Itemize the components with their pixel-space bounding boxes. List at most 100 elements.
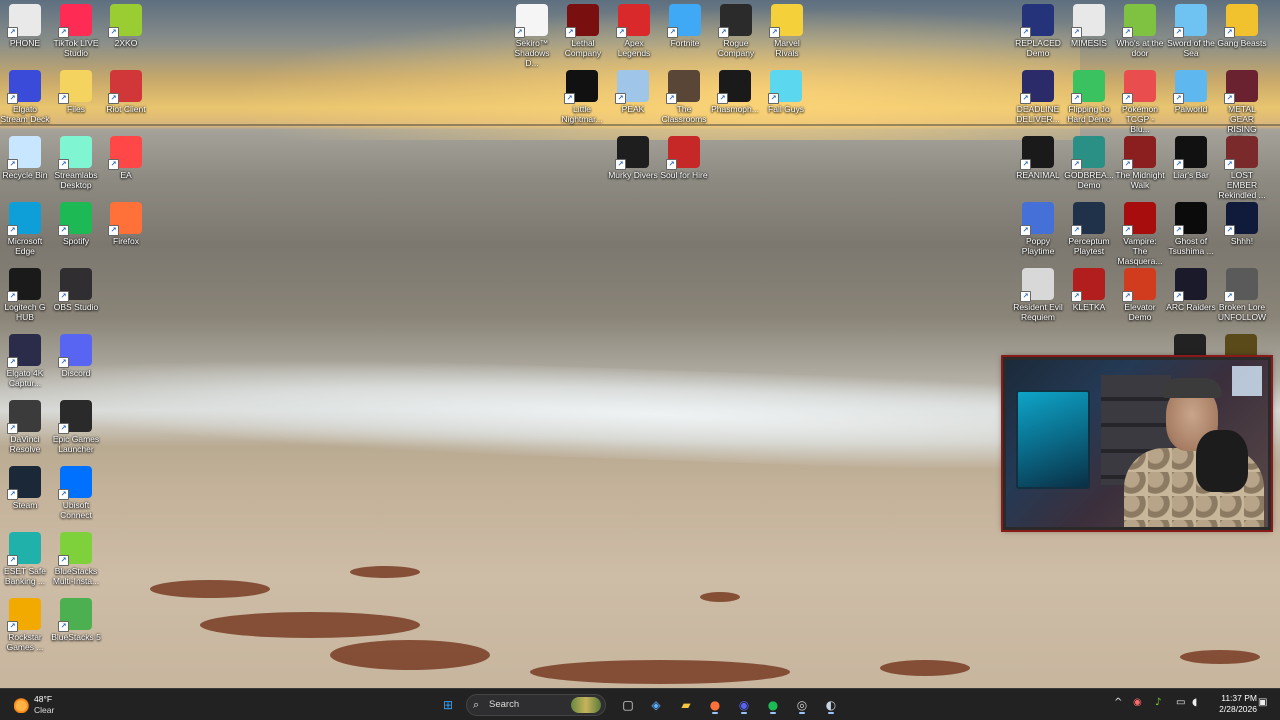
start-button[interactable]: ⊞ bbox=[438, 695, 458, 715]
desktop-icon-perceptum-playtest[interactable]: ↗ Perceptum Playtest bbox=[1064, 202, 1114, 256]
desktop-icon-who-s-at-the-door[interactable]: ↗ Who's at the door bbox=[1115, 4, 1165, 58]
shortcut-arrow-icon: ↗ bbox=[514, 27, 525, 38]
task-view-icon: ▢ bbox=[622, 698, 634, 712]
shortcut-arrow-icon: ↗ bbox=[718, 27, 729, 38]
desktop-icon-apex-legends[interactable]: ↗ Apex Legends bbox=[609, 4, 659, 58]
desktop-icon-bluestacks-multi-insta[interactable]: ↗ BlueStacks Multi-Insta... bbox=[51, 532, 101, 586]
desktop-icon-bluestacks-5[interactable]: ↗ BlueStacks 5 bbox=[51, 598, 101, 642]
desktop-icon-the-midnight-walk[interactable]: ↗ The Midnight Walk bbox=[1115, 136, 1165, 190]
desktop-icon-fall-guys[interactable]: ↗ Fall Guys bbox=[761, 70, 811, 114]
desktop-icon-riot-client[interactable]: ↗ Riot Client bbox=[101, 70, 151, 114]
network-icon[interactable]: ▭ bbox=[1176, 697, 1185, 708]
desktop-icon-microsoft-edge[interactable]: ↗ Microsoft Edge bbox=[0, 202, 50, 256]
desktop-icon-label: Perceptum Playtest bbox=[1068, 236, 1110, 256]
desktop-icon-phasmoph[interactable]: ↗ Phasmoph... bbox=[710, 70, 760, 114]
desktop-icon-metal-gear-rising-rev[interactable]: ↗METAL GEAR RISING REV... bbox=[1217, 70, 1267, 144]
desktop-icon-poppy-playtime[interactable]: ↗ Poppy Playtime bbox=[1013, 202, 1063, 256]
desktop-icon-arc-raiders[interactable]: ↗ ARC Raiders bbox=[1166, 268, 1216, 312]
spotify-icon: ↗ bbox=[58, 202, 92, 236]
desktop-icon-little-nightmar[interactable]: ↗ Little Nightmar... bbox=[557, 70, 607, 124]
desktop-icon-murky-divers[interactable]: ↗ Murky Divers bbox=[608, 136, 658, 180]
microphone-icon[interactable]: ♪ bbox=[1155, 697, 1161, 708]
desktop-icon-eset-safe-banking[interactable]: ↗ ESET Safe Banking ... bbox=[0, 532, 50, 586]
desktop-icon-gang-beasts[interactable]: ↗ Gang Beasts bbox=[1217, 4, 1267, 48]
shortcut-arrow-icon: ↗ bbox=[58, 159, 69, 170]
taskbar-discord[interactable]: ◉ bbox=[734, 695, 754, 715]
desktop-icon-flipping-jo-hard-demo[interactable]: ↗ Flipping Jo Hard Demo bbox=[1064, 70, 1114, 124]
taskbar-firefox[interactable]: ● bbox=[705, 695, 725, 715]
desktop-icon-resident-evil-requiem[interactable]: ↗ Resident Evil Requiem bbox=[1013, 268, 1063, 322]
desktop-icon-marvel-rivals[interactable]: ↗ Marvel Rivals bbox=[762, 4, 812, 58]
desktop-icon-kletka[interactable]: ↗ KLETKA bbox=[1064, 268, 1114, 312]
desktop-icon-elgato-stream-deck[interactable]: ↗ Elgato Stream Deck bbox=[0, 70, 50, 124]
shortcut-arrow-icon: ↗ bbox=[666, 159, 677, 170]
taskbar-file-explorer[interactable]: ▰ bbox=[676, 695, 696, 715]
desktop-icon-logitech-g-hub[interactable]: ↗ Logitech G HUB bbox=[0, 268, 50, 322]
desktop-icon-mimesis[interactable]: ↗ MIMESIS bbox=[1064, 4, 1114, 48]
desktop-icon-label: Rogue Company bbox=[717, 38, 755, 58]
desktop-icon-discord[interactable]: ↗ Discord bbox=[51, 334, 101, 378]
desktop-icon-shhh[interactable]: ↗ Shhh! bbox=[1217, 202, 1267, 246]
desktop-icon-ubisoft-connect[interactable]: ↗ Ubisoft Connect bbox=[51, 466, 101, 520]
desktop-icon-broken-lore-unfollow[interactable]: ↗ Broken Lore UNFOLLOW bbox=[1217, 268, 1267, 322]
desktop-icon-tiktok-live-studio[interactable]: ↗ TikTok LIVE Studio bbox=[51, 4, 101, 58]
taskbar-search[interactable]: ⌕ Search bbox=[466, 694, 606, 716]
desktop-icon-ghost-of-tsushima[interactable]: ↗ Ghost of Tsushima ... bbox=[1166, 202, 1216, 256]
shortcut-arrow-icon: ↗ bbox=[565, 27, 576, 38]
taskbar-task-view[interactable]: ▢ bbox=[618, 695, 638, 715]
desktop-icon-streamlabs-desktop[interactable]: ↗ Streamlabs Desktop bbox=[51, 136, 101, 190]
tray-app-icon[interactable]: ◉ bbox=[1133, 697, 1142, 708]
desktop-icon-pok-mon-tcgp-blu[interactable]: ↗ Pokémon TCGP - Blu... bbox=[1115, 70, 1165, 134]
shortcut-arrow-icon: ↗ bbox=[7, 93, 18, 104]
taskbar-clock[interactable]: 11:37 PM 2/28/2026 bbox=[1205, 693, 1257, 715]
desktop-icon-replaced-demo[interactable]: ↗ REPLACED Demo bbox=[1013, 4, 1063, 58]
desktop-icon-soul-for-hire[interactable]: ↗ Soul for Hire bbox=[659, 136, 709, 180]
peak-icon: ↗ bbox=[615, 70, 649, 104]
show-hidden-icons-chevron[interactable]: ^ bbox=[1114, 697, 1122, 708]
taskbar-steam[interactable]: ◐ bbox=[821, 695, 841, 715]
desktop-icon-the-classrooms[interactable]: ↗ The Classrooms bbox=[659, 70, 709, 124]
desktop-icon-steam[interactable]: ↗ Steam bbox=[0, 466, 50, 510]
desktop-icon-phone[interactable]: ↗ PHONE bbox=[0, 4, 50, 48]
taskbar-copilot[interactable]: ◈ bbox=[646, 695, 666, 715]
desktop-icon-spotify[interactable]: ↗ Spotify bbox=[51, 202, 101, 246]
desktop-icon-lethal-company[interactable]: ↗ Lethal Company bbox=[558, 4, 608, 58]
desktop-icon-sword-of-the-sea[interactable]: ↗ Sword of the Sea bbox=[1166, 4, 1216, 58]
wallpaper-seaweed bbox=[330, 640, 490, 670]
desktop-icon-recycle-bin[interactable]: ↗ Recycle Bin bbox=[0, 136, 50, 180]
desktop-icon-palworld[interactable]: ↗ Palworld bbox=[1166, 70, 1216, 114]
desktop-icon-obs-studio[interactable]: ↗ OBS Studio bbox=[51, 268, 101, 312]
weather-temperature: 48°F bbox=[34, 694, 53, 704]
desktop-icon-elevator-demo[interactable]: ↗ Elevator Demo bbox=[1115, 268, 1165, 322]
desktop-icon-peak[interactable]: ↗ PEAK bbox=[608, 70, 658, 114]
desktop-icon-firefox[interactable]: ↗ Firefox bbox=[101, 202, 151, 246]
desktop-icon-label: Streamlabs Desktop bbox=[54, 170, 98, 190]
running-indicator bbox=[712, 712, 718, 714]
desktop-icon-sekiro-shadows-d[interactable]: ↗ Sekiro™ Shadows D... bbox=[507, 4, 557, 68]
desktop-icon-label: Palworld bbox=[1174, 104, 1208, 114]
desktop-icon-elgato-4k-captur[interactable]: ↗ Elgato 4K Captur... bbox=[0, 334, 50, 388]
running-indicator bbox=[828, 712, 834, 714]
desktop-icon-lost-ember-rekindled[interactable]: ↗ LOST EMBER Rekindled ... bbox=[1217, 136, 1267, 200]
desktop-icon-label: Lethal Company bbox=[564, 38, 602, 58]
desktop-icon-fortnite[interactable]: ↗ Fortnite bbox=[660, 4, 710, 48]
volume-icon[interactable]: ◖ bbox=[1192, 697, 1197, 708]
desktop-icon-davinci-resolve[interactable]: ↗ DaVinci Resolve bbox=[0, 400, 50, 454]
desktop-icon-vampire-the-masquera[interactable]: ↗ Vampire: The Masquera... bbox=[1115, 202, 1165, 266]
desktop-icon-rockstar-games[interactable]: ↗ Rockstar Games ... bbox=[0, 598, 50, 652]
desktop-icon-ea[interactable]: ↗ EA bbox=[101, 136, 151, 180]
shortcut-arrow-icon: ↗ bbox=[769, 27, 780, 38]
desktop-icon-files[interactable]: ↗ Files bbox=[51, 70, 101, 114]
desktop-icon-godbrea-demo[interactable]: ↗ GODBREA... Demo bbox=[1064, 136, 1114, 190]
notification-bell-icon[interactable]: ▣ bbox=[1258, 697, 1267, 708]
ea-icon: ↗ bbox=[108, 136, 142, 170]
desktop-icon-rogue-company[interactable]: ↗ Rogue Company bbox=[711, 4, 761, 58]
desktop-icon-deadline-deliver[interactable]: ↗ DEADLINE DELIVER... bbox=[1013, 70, 1063, 124]
spotify-icon: ● bbox=[767, 698, 779, 712]
desktop-icon-reanimal[interactable]: ↗ REANIMAL bbox=[1013, 136, 1063, 180]
taskbar-obs[interactable]: ◎ bbox=[792, 695, 812, 715]
desktop-icon-epic-games-launcher[interactable]: ↗ Epic Games Launcher bbox=[51, 400, 101, 454]
desktop-icon-liar-s-bar[interactable]: ↗ Liar's Bar bbox=[1166, 136, 1216, 180]
desktop-icon-2xko[interactable]: ↗ 2XKO bbox=[101, 4, 151, 48]
taskbar-spotify[interactable]: ● bbox=[763, 695, 783, 715]
